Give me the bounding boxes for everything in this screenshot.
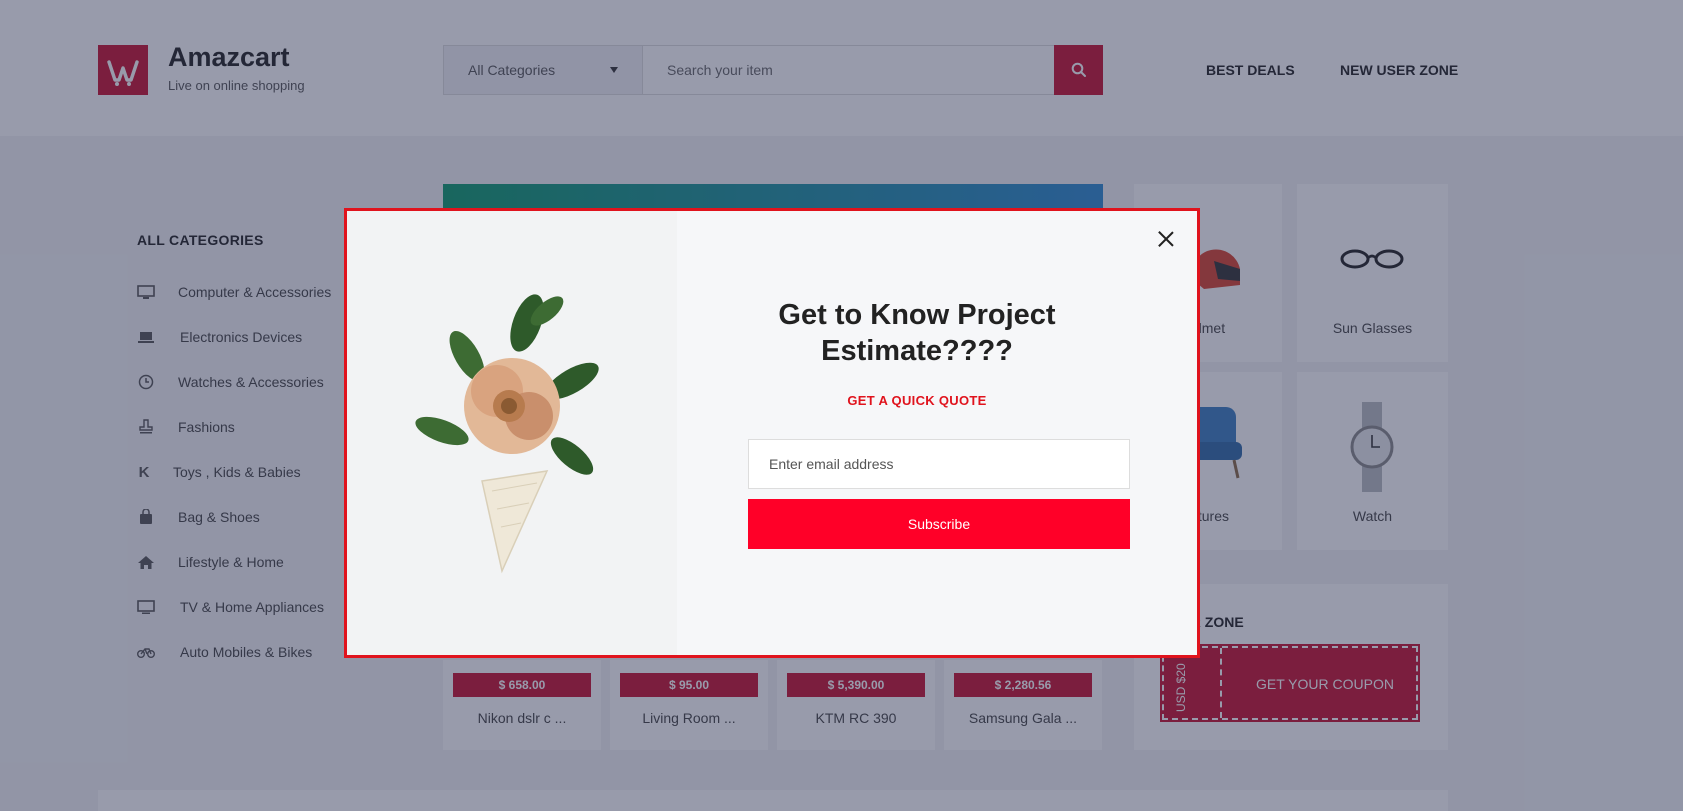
email-field[interactable]	[748, 439, 1130, 489]
modal-image-panel	[347, 211, 677, 655]
subscribe-modal: Get to Know Project Estimate???? GET A Q…	[344, 208, 1200, 658]
modal-heading: Get to Know Project Estimate????	[722, 297, 1112, 369]
close-icon[interactable]	[1155, 229, 1177, 251]
modal-subheading: GET A QUICK QUOTE	[847, 393, 987, 408]
modal-heading-line2: Estimate????	[821, 335, 1013, 367]
subscribe-button[interactable]: Subscribe	[748, 499, 1130, 549]
modal-heading-line1: Get to Know Project	[778, 299, 1056, 331]
flower-icon	[415, 294, 599, 574]
